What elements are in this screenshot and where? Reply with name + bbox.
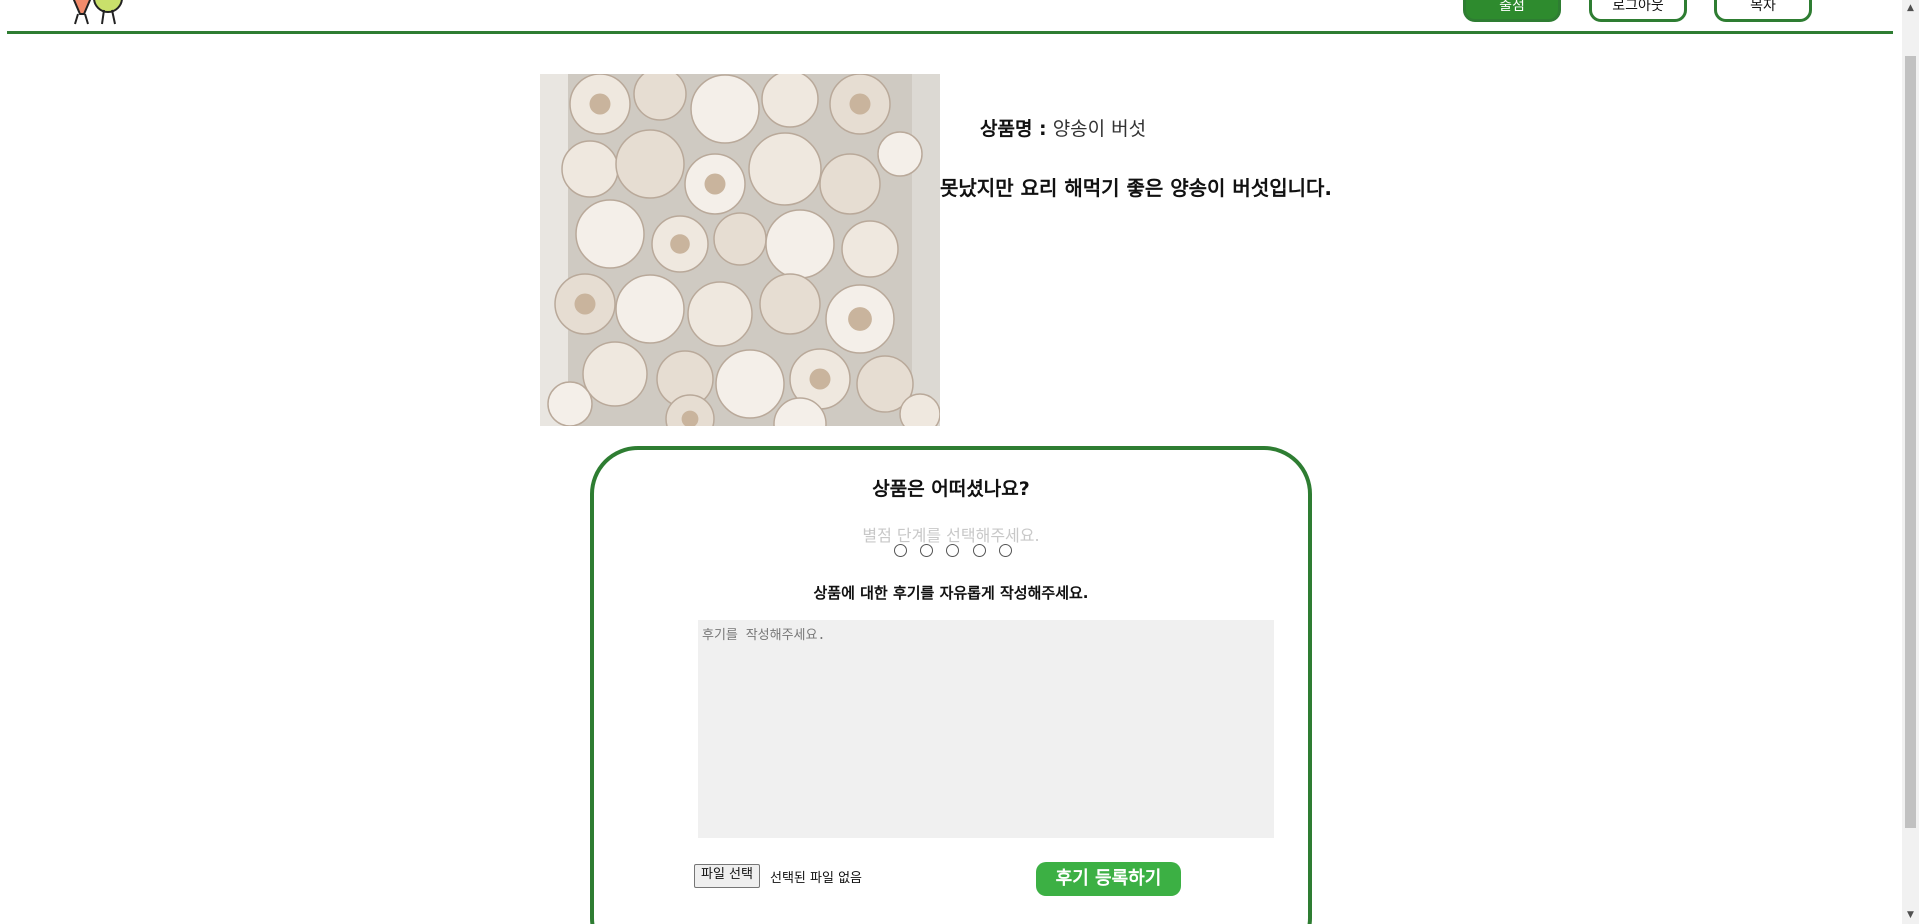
rating-radio-3[interactable] bbox=[946, 544, 959, 557]
scrollbar-thumb[interactable] bbox=[1905, 56, 1916, 828]
mushroom-stem-shape bbox=[704, 173, 726, 195]
scroll-down-arrow-icon[interactable]: ▼ bbox=[1902, 907, 1919, 924]
file-select-button[interactable]: 파일 선택 bbox=[694, 864, 760, 888]
file-status: 선택된 파일 없음 bbox=[770, 871, 862, 886]
mushroom-stem-shape bbox=[574, 293, 596, 315]
vertical-scrollbar[interactable]: ▲ ▼ bbox=[1902, 0, 1919, 924]
mushroom-shape bbox=[615, 274, 685, 344]
logout-button[interactable]: 로그아웃 bbox=[1589, 0, 1687, 22]
mushroom-shape bbox=[561, 140, 619, 198]
mushroom-shape bbox=[748, 132, 822, 206]
mushroom-shape bbox=[633, 74, 687, 121]
review-textarea[interactable] bbox=[698, 620, 1274, 838]
product-description: 못났지만 요리 해먹기 좋은 양송이 버섯입니다. bbox=[940, 176, 1333, 200]
mushroom-shape bbox=[547, 381, 593, 426]
header: 출점 로그아웃 목자 bbox=[0, 0, 1900, 34]
mushroom-shape bbox=[899, 393, 940, 426]
mushroom-stem-shape bbox=[809, 368, 831, 390]
mushroom-shape bbox=[715, 349, 785, 419]
mushroom-shape bbox=[841, 220, 899, 278]
logo-mascot-icon[interactable] bbox=[62, 0, 142, 26]
rating-radio-2[interactable] bbox=[920, 544, 933, 557]
mushroom-stem-shape bbox=[849, 93, 871, 115]
nav-button-1[interactable]: 출점 bbox=[1463, 0, 1561, 22]
submit-review-button[interactable]: 후기 등록하기 bbox=[1036, 862, 1181, 896]
product-name-value: 양송이 버섯 bbox=[1052, 118, 1147, 140]
review-instruction: 상품에 대한 후기를 자유롭게 작성해주세요. bbox=[813, 584, 1089, 602]
header-divider bbox=[7, 31, 1893, 34]
rating-radio-5[interactable] bbox=[999, 544, 1012, 557]
scroll-up-arrow-icon[interactable]: ▲ bbox=[1902, 0, 1919, 17]
mushroom-shape bbox=[575, 199, 645, 269]
mushroom-stem-shape bbox=[589, 93, 611, 115]
mushroom-shape bbox=[819, 153, 881, 215]
rating-hint: 별점 단계를 선택해주세요. bbox=[862, 526, 1040, 545]
mushroom-shape bbox=[690, 74, 760, 144]
mushroom-stem-shape bbox=[848, 307, 872, 331]
product-name: 상품명 : 양송이 버섯 bbox=[980, 114, 1146, 141]
mushroom-shape bbox=[765, 209, 835, 279]
product-image bbox=[540, 74, 940, 426]
review-title: 상품은 어떠셨나요? bbox=[872, 478, 1030, 500]
nav-button-3[interactable]: 목자 bbox=[1714, 0, 1812, 22]
product-name-label: 상품명 : bbox=[980, 118, 1047, 140]
mushroom-shape bbox=[713, 212, 767, 266]
mushroom-stem-shape bbox=[670, 234, 690, 254]
rating-radio-1[interactable] bbox=[894, 544, 907, 557]
review-form-card: 상품은 어떠셨나요? 별점 단계를 선택해주세요. 상품에 대한 후기를 자유롭… bbox=[590, 446, 1312, 924]
mushroom-shape bbox=[877, 131, 923, 177]
rating-radio-4[interactable] bbox=[973, 544, 986, 557]
mushroom-shape bbox=[615, 129, 685, 199]
mushroom-shape bbox=[761, 74, 819, 128]
page: 출점 로그아웃 목자 상품명 : 양송이 버섯 못났지만 요리 해먹기 좋은 양… bbox=[0, 0, 1919, 924]
mushroom-shape bbox=[759, 273, 821, 335]
mushroom-shape bbox=[582, 341, 648, 407]
mushroom-shape bbox=[687, 281, 753, 347]
